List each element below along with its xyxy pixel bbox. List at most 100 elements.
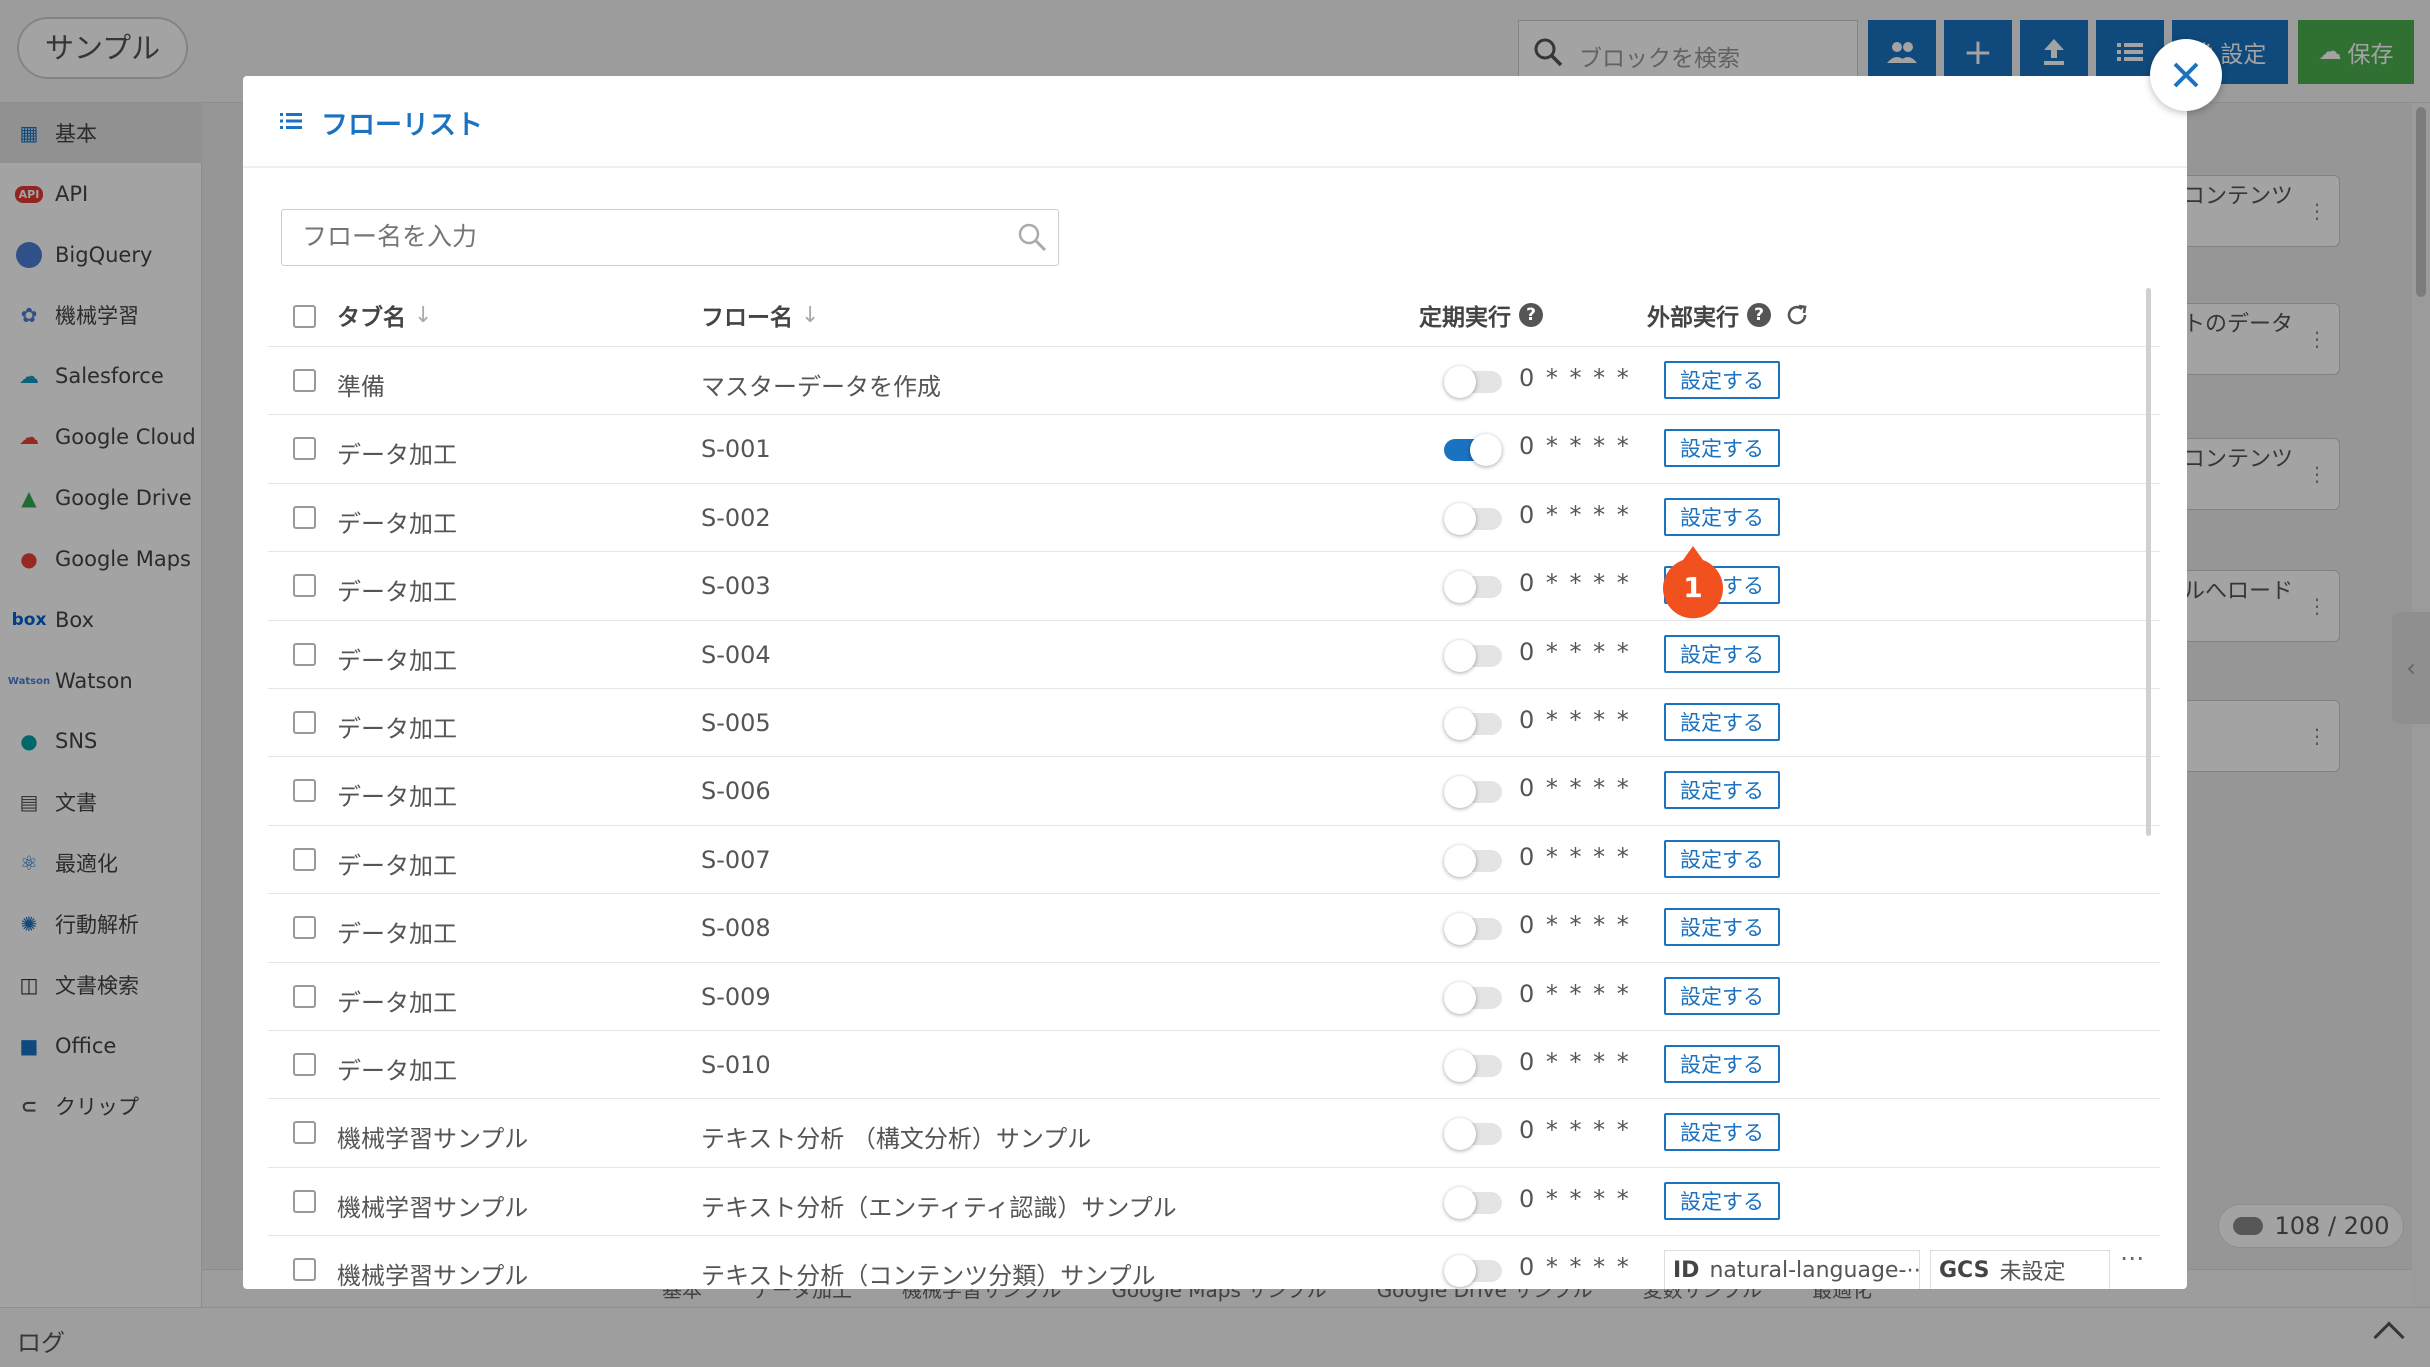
flow-name-cell[interactable]: S-002: [701, 504, 771, 532]
schedule-toggle[interactable]: [1444, 1049, 1502, 1082]
flow-name-cell[interactable]: S-009: [701, 983, 771, 1011]
flow-name-cell[interactable]: S-006: [701, 777, 771, 805]
table-row: 機械学習サンプル テキスト分析 （構文分析）サンプル 0 * * * * 設定す…: [268, 1098, 2160, 1166]
id-value: natural-language-⋯: [1709, 1257, 1920, 1283]
sort-arrow-icon[interactable]: ↓: [414, 303, 432, 328]
schedule-toggle[interactable]: [1444, 776, 1502, 809]
schedule-toggle[interactable]: [1444, 844, 1502, 877]
flow-list-modal: フローリスト タブ名 ↓ フロー名 ↓ 定期実行 ? 外部実行 ? 準備 マスタ…: [243, 76, 2187, 1289]
tag-cell: 機械学習サンプル: [337, 1125, 529, 1154]
toggle-knob: [1470, 434, 1502, 467]
close-modal-button[interactable]: [2150, 39, 2222, 111]
help-icon[interactable]: ?: [1519, 303, 1543, 327]
row-checkbox[interactable]: [293, 1121, 316, 1145]
cron-expression: 0 * * * *: [1519, 1184, 1631, 1213]
modal-scrollbar[interactable]: [2146, 288, 2151, 836]
cron-expression: 0 * * * *: [1519, 500, 1631, 529]
tag-cell: データ加工: [337, 578, 457, 607]
flow-name-cell[interactable]: S-007: [701, 846, 771, 874]
external-setup-button[interactable]: 設定する: [1664, 361, 1780, 399]
schedule-toggle[interactable]: [1444, 434, 1502, 467]
row-checkbox[interactable]: [293, 779, 316, 803]
external-setup-button[interactable]: 設定する: [1664, 1181, 1780, 1220]
row-checkbox[interactable]: [293, 642, 316, 666]
table-row: データ加工 S-001 0 * * * * 設定する: [268, 414, 2160, 482]
external-setup-button[interactable]: 設定する: [1664, 839, 1780, 878]
row-checkbox[interactable]: [293, 437, 316, 461]
column-header-tag[interactable]: タブ名 ↓: [337, 298, 432, 332]
flow-name-cell[interactable]: S-003: [701, 572, 771, 600]
flow-name-cell[interactable]: S-001: [701, 435, 771, 463]
column-header-flow[interactable]: フロー名 ↓: [701, 298, 819, 332]
schedule-toggle[interactable]: [1444, 639, 1502, 672]
schedule-toggle[interactable]: [1444, 913, 1502, 946]
toggle-knob: [1444, 707, 1476, 740]
more-horiz-icon[interactable]: ⋯: [2120, 1244, 2144, 1272]
external-setup-button[interactable]: 設定する: [1664, 429, 1780, 468]
cron-expression: 0 * * * *: [1519, 911, 1631, 940]
toggle-knob: [1444, 913, 1476, 946]
external-setup-button[interactable]: 設定する: [1664, 1044, 1780, 1083]
flow-name-cell[interactable]: テキスト分析（エンティティ認識）サンプル: [701, 1188, 1177, 1223]
tag-cell: データ加工: [337, 1056, 457, 1085]
flow-name-cell[interactable]: S-004: [701, 641, 771, 669]
tag-cell: データ加工: [337, 988, 457, 1017]
schedule-toggle[interactable]: [1444, 502, 1502, 535]
tag-cell: データ加工: [337, 920, 457, 949]
row-checkbox[interactable]: [293, 710, 316, 734]
table-row: データ加工 S-009 0 * * * * 設定する: [268, 961, 2160, 1030]
row-checkbox[interactable]: [293, 1189, 316, 1213]
flow-name-cell[interactable]: マスターデータを作成: [701, 367, 941, 402]
id-label: ID: [1673, 1257, 1700, 1283]
flow-name-cell[interactable]: テキスト分析（コンテンツ分類）サンプル: [701, 1256, 1156, 1289]
flow-table: 準備 マスターデータを作成 0 * * * * 設定する データ加工 S-001…: [268, 346, 2160, 1289]
row-checkbox[interactable]: [293, 916, 316, 940]
flow-name-cell[interactable]: S-005: [701, 709, 771, 737]
schedule-toggle[interactable]: [1444, 707, 1502, 740]
external-setup-button[interactable]: 設定する: [1664, 702, 1780, 741]
column-header-schedule: 定期実行 ?: [1419, 298, 1543, 332]
gcs-field[interactable]: GCS 未設定: [1930, 1250, 2110, 1289]
flow-name-cell[interactable]: テキスト分析 （構文分析）サンプル: [701, 1119, 1091, 1154]
table-row: データ加工 S-004 0 * * * * 設定する: [268, 619, 2160, 688]
external-setup-button[interactable]: 設定する: [1664, 634, 1780, 673]
schedule-toggle[interactable]: [1444, 366, 1502, 398]
sort-arrow-icon[interactable]: ↓: [801, 303, 819, 328]
table-row: 機械学習サンプル テキスト分析（エンティティ認識）サンプル 0 * * * * …: [268, 1166, 2160, 1235]
schedule-toggle[interactable]: [1444, 1255, 1502, 1288]
schedule-toggle[interactable]: [1444, 1186, 1502, 1219]
row-checkbox[interactable]: [293, 1052, 316, 1076]
gcs-label: GCS: [1939, 1257, 1990, 1283]
table-row: データ加工 S-003 0 * * * * 設定する: [268, 551, 2160, 619]
flow-name-cell[interactable]: S-008: [701, 914, 771, 942]
external-setup-button[interactable]: 設定する: [1664, 497, 1780, 536]
external-setup-button[interactable]: 設定する: [1664, 976, 1780, 1015]
tag-cell: データ加工: [337, 714, 457, 743]
cron-expression: 0 * * * *: [1519, 637, 1631, 666]
row-checkbox[interactable]: [293, 1258, 316, 1282]
external-setup-button[interactable]: 設定する: [1664, 1113, 1780, 1152]
toggle-knob: [1444, 571, 1476, 604]
schedule-toggle[interactable]: [1444, 981, 1502, 1014]
select-all-checkbox[interactable]: [293, 305, 316, 328]
cron-expression: 0 * * * *: [1519, 569, 1631, 598]
row-checkbox[interactable]: [293, 574, 316, 598]
external-setup-button[interactable]: 設定する: [1664, 908, 1780, 947]
external-setup-button[interactable]: 設定する: [1664, 771, 1780, 810]
flow-name-cell[interactable]: S-010: [701, 1051, 771, 1079]
flow-name-search-input[interactable]: [281, 209, 1059, 266]
column-header-tag-label: タブ名: [337, 305, 406, 331]
table-row: データ加工 S-007 0 * * * * 設定する: [268, 824, 2160, 893]
schedule-toggle[interactable]: [1444, 571, 1502, 604]
row-checkbox[interactable]: [293, 369, 316, 392]
schedule-toggle[interactable]: [1444, 1118, 1502, 1151]
refresh-icon[interactable]: [1785, 303, 1809, 327]
help-icon[interactable]: ?: [1747, 303, 1771, 327]
row-checkbox[interactable]: [293, 847, 316, 871]
external-id-field[interactable]: ID natural-language-⋯: [1664, 1250, 1920, 1289]
tag-cell: データ加工: [337, 646, 457, 675]
toggle-knob: [1444, 1049, 1476, 1082]
cron-expression: 0 * * * *: [1519, 432, 1631, 461]
row-checkbox[interactable]: [293, 505, 316, 529]
row-checkbox[interactable]: [293, 984, 316, 1008]
